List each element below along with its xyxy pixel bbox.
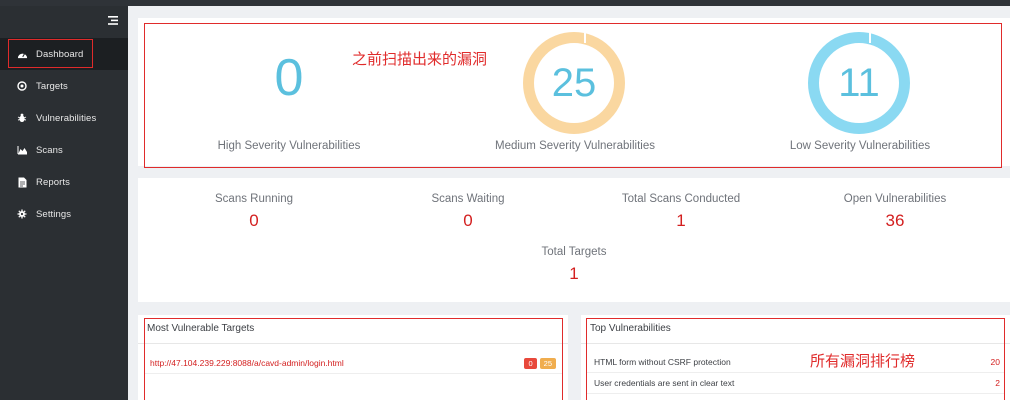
vulnerability-count: 2: [995, 378, 1000, 388]
total-targets-label: Total Targets: [541, 246, 607, 258]
sidebar-item-label: Targets: [36, 80, 68, 92]
high-severity-label-wrap: High Severity Vulnerabilities: [169, 140, 409, 152]
low-severity-label-wrap: Low Severity Vulnerabilities: [740, 140, 980, 152]
table-row: http://47.104.239.229:8088/a/cavd-admin/…: [150, 356, 556, 370]
sidebar-item-dashboard[interactable]: Dashboard: [0, 38, 128, 70]
menu-toggle-icon[interactable]: [108, 16, 118, 26]
sidebar-nav: Dashboard Targets Vulnerabilities Scans: [0, 38, 128, 230]
scan-statistics-card: Scans Running 0 Scans Waiting 0 Total Sc…: [138, 178, 1010, 302]
medium-severity-label: Medium Severity Vulnerabilities: [494, 140, 655, 152]
medium-severity-ring: 25: [523, 32, 625, 134]
divider: [587, 372, 1005, 373]
scans-running-label: Scans Running: [215, 193, 293, 205]
scans-waiting-value: 0: [463, 211, 473, 230]
medium-count-badge: 25: [539, 357, 556, 369]
sidebar: Dashboard Targets Vulnerabilities Scans: [0, 6, 128, 400]
sidebar-item-label: Settings: [36, 208, 72, 220]
panel-title: Top Vulnerabilities: [590, 323, 671, 334]
main-content: 0 High Severity Vulnerabilities 之前扫描出来的漏…: [138, 18, 1010, 400]
panel-title: Most Vulnerable Targets: [147, 323, 255, 334]
list-item[interactable]: User credentials are sent in clear text …: [594, 376, 1000, 390]
sidebar-item-settings[interactable]: Settings: [0, 198, 128, 230]
annotation-vuln-ranking: 所有漏洞排行榜: [810, 352, 916, 370]
area-chart-icon: [16, 144, 28, 156]
most-vulnerable-targets-panel: Most Vulnerable Targets http://47.104.23…: [138, 315, 568, 400]
hamburger-icon: [108, 16, 118, 25]
sidebar-item-reports[interactable]: Reports: [0, 166, 128, 198]
annotation-previous-scans: 之前扫描出来的漏洞: [352, 50, 488, 68]
total-targets-stat: Total Targets 1: [464, 246, 684, 284]
ring-gap: [584, 32, 586, 43]
target-icon: [16, 80, 28, 92]
scans-waiting-label: Scans Waiting: [431, 193, 505, 205]
sidebar-item-vulnerabilities[interactable]: Vulnerabilities: [0, 102, 128, 134]
scans-waiting-stat: Scans Waiting 0: [358, 193, 578, 231]
target-url-link[interactable]: http://47.104.239.229:8088/a/cavd-admin/…: [150, 358, 521, 368]
sidebar-item-label: Dashboard: [36, 48, 84, 60]
severity-summary-card: 0 High Severity Vulnerabilities 之前扫描出来的漏…: [138, 18, 1010, 168]
top-bar: [0, 0, 1010, 6]
total-scans-stat: Total Scans Conducted 1: [571, 193, 791, 231]
total-scans-label: Total Scans Conducted: [621, 193, 741, 205]
ring-gap: [869, 32, 871, 43]
scans-running-stat: Scans Running 0: [144, 193, 364, 231]
total-targets-value: 1: [569, 264, 579, 283]
vulnerability-name: User credentials are sent in clear text: [594, 378, 735, 388]
open-vulnerabilities-value: 36: [885, 211, 905, 230]
divider: [581, 343, 1010, 344]
medium-severity-count: 25: [551, 60, 597, 105]
open-vulnerabilities-label: Open Vulnerabilities: [843, 193, 947, 205]
vulnerability-count: 20: [990, 357, 1000, 367]
top-vulnerabilities-panel: Top Vulnerabilities HTML form without CS…: [581, 315, 1010, 400]
high-severity-label: High Severity Vulnerabilities: [217, 140, 361, 152]
divider: [587, 393, 1005, 394]
report-icon: [16, 176, 28, 188]
divider: [138, 343, 568, 344]
high-count-badge: 0: [524, 357, 537, 369]
divider: [144, 373, 562, 374]
sidebar-item-targets[interactable]: Targets: [0, 70, 128, 102]
scans-running-value: 0: [249, 211, 259, 230]
medium-severity-label-wrap: Medium Severity Vulnerabilities: [455, 140, 695, 152]
low-severity-ring: 11: [808, 32, 910, 134]
sidebar-item-scans[interactable]: Scans: [0, 134, 128, 166]
gear-icon: [16, 208, 28, 220]
sidebar-item-label: Vulnerabilities: [36, 112, 97, 124]
low-severity-count: 11: [838, 60, 880, 105]
total-scans-value: 1: [676, 211, 686, 230]
bug-icon: [16, 112, 28, 124]
sidebar-item-label: Scans: [36, 144, 63, 156]
dashboard-icon: [16, 48, 28, 60]
low-severity-label: Low Severity Vulnerabilities: [789, 140, 931, 152]
sidebar-item-label: Reports: [36, 176, 70, 188]
vulnerability-name: HTML form without CSRF protection: [594, 357, 731, 367]
list-item[interactable]: HTML form without CSRF protection 20: [594, 355, 1000, 369]
open-vulnerabilities-stat: Open Vulnerabilities 36: [785, 193, 1005, 231]
